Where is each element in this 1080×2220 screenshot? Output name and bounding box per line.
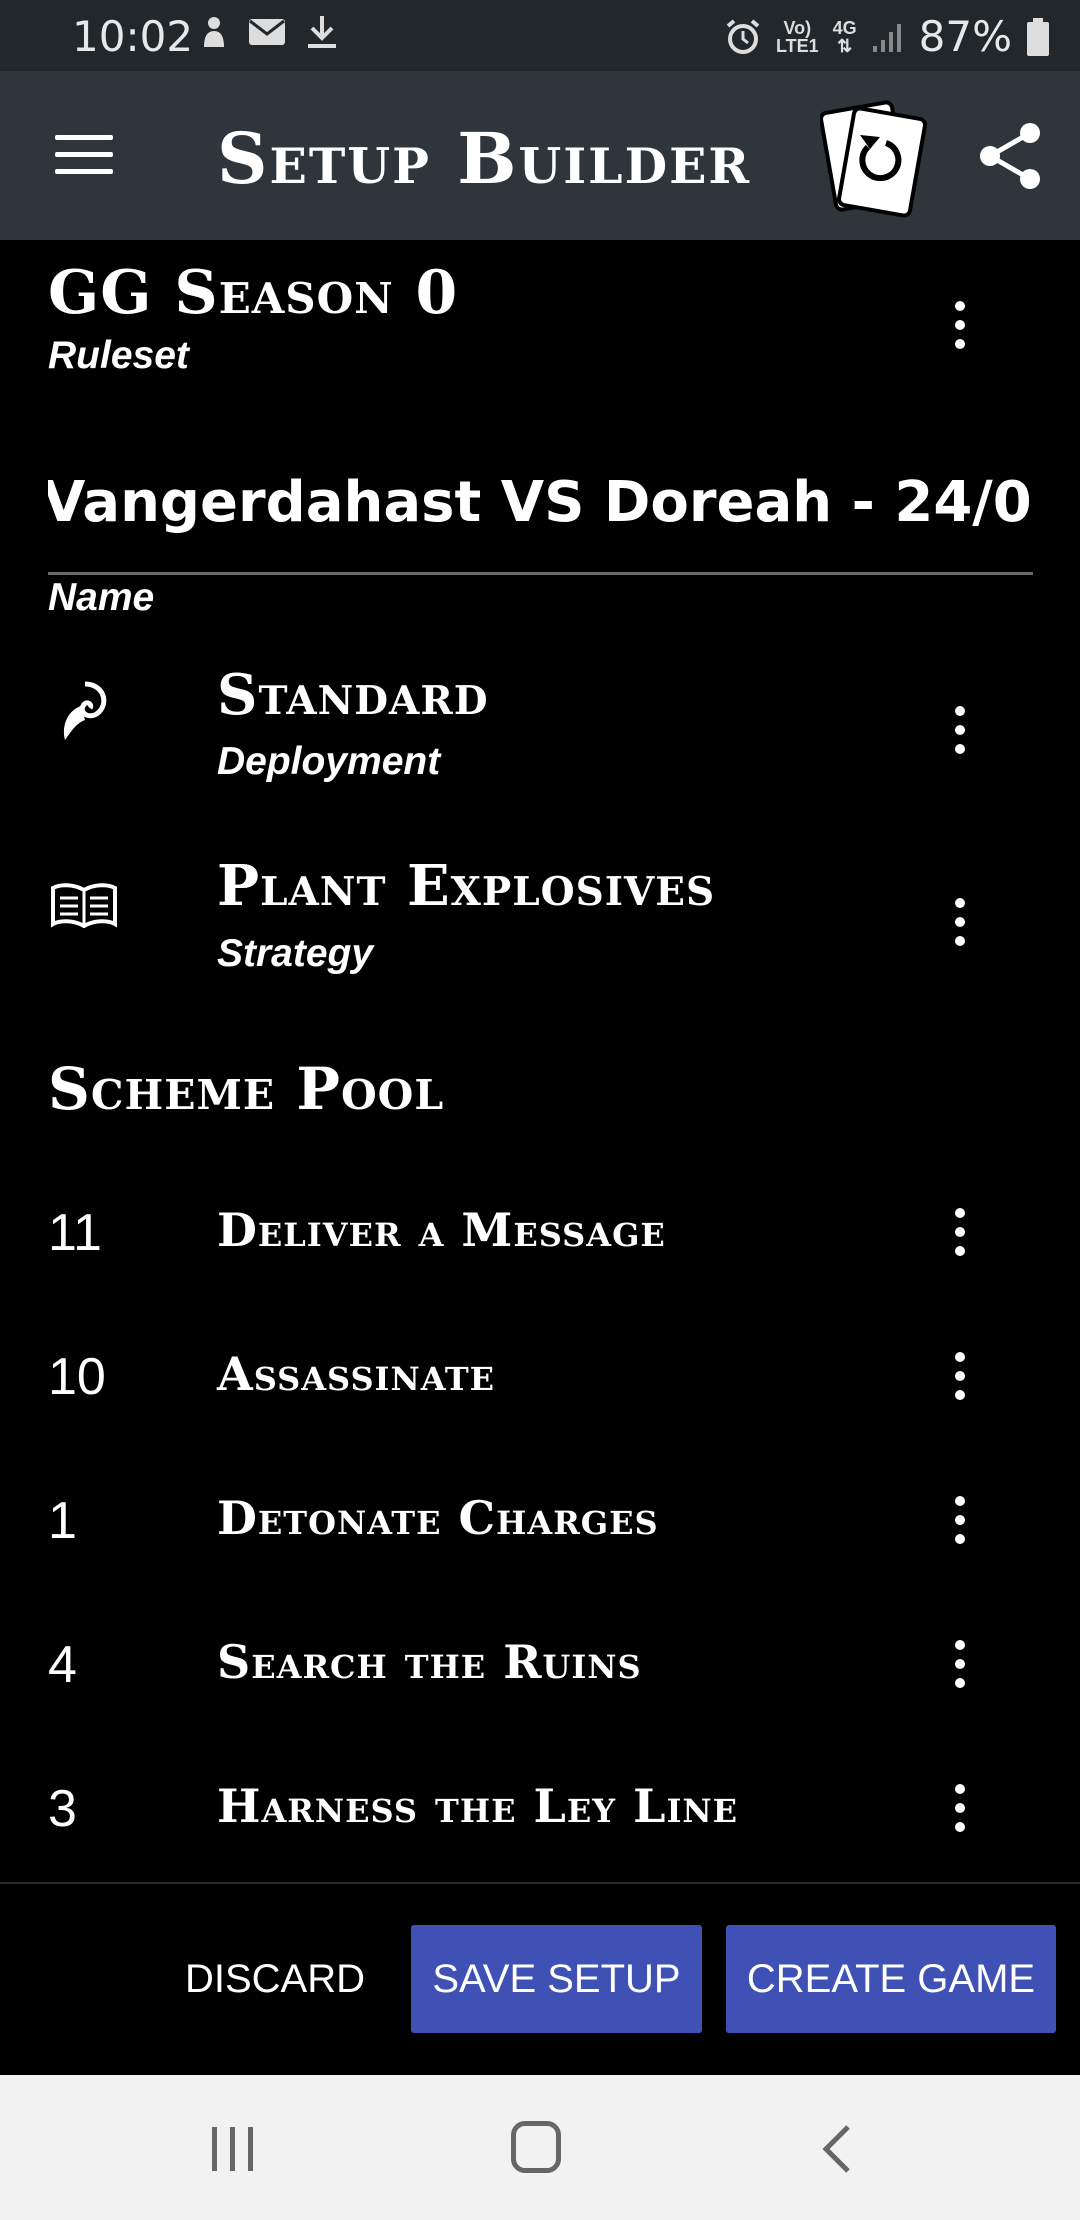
status-system-icons: Vo) LTE1 4G ⇅ 87% [724, 12, 1050, 61]
page-title: Setup Builder [217, 117, 752, 200]
scheme-row[interactable]: 1 Detonate Charges [0, 1451, 1080, 1591]
home-icon[interactable] [511, 2121, 561, 2173]
reset-cards-icon[interactable] [818, 99, 930, 219]
book-icon [50, 882, 118, 933]
menu-icon[interactable] [55, 135, 113, 177]
deployment-caption: Deployment [217, 740, 441, 783]
scheme-row[interactable]: 10 Assassinate [0, 1307, 1080, 1447]
scheme-row[interactable]: 11 Deliver a Message [0, 1163, 1080, 1303]
name-caption: Name [48, 576, 155, 619]
scheme-pool-heading: Scheme Pool [48, 1055, 445, 1123]
scheme-more-icon[interactable] [930, 1341, 990, 1411]
scheme-number: 3 [48, 1780, 77, 1838]
status-time: 10:02 [72, 12, 194, 61]
system-nav-bar [0, 2075, 1080, 2220]
scheme-row[interactable]: 4 Search the Ruins [0, 1595, 1080, 1735]
alarm-icon [726, 18, 760, 54]
download-icon [308, 16, 336, 48]
ruleset-title[interactable]: GG Season 0 [48, 258, 458, 328]
scheme-number: 4 [48, 1636, 77, 1694]
scheme-number: 11 [48, 1204, 102, 1262]
discard-button[interactable]: DISCARD [170, 1925, 380, 2033]
volte-indicator: Vo) LTE1 [775, 17, 819, 56]
deployment-title[interactable]: Standard [217, 662, 489, 728]
recent-apps-icon[interactable] [210, 2125, 258, 2173]
name-field[interactable]: Vangerdahast VS Doreah - 24/01/20 [48, 470, 1033, 575]
scheme-more-icon[interactable] [930, 1773, 990, 1843]
back-icon[interactable] [818, 2123, 858, 2175]
deployment-swirl-icon [55, 680, 111, 749]
scheme-more-icon[interactable] [930, 1197, 990, 1267]
ruleset-caption: Ruleset [48, 334, 189, 377]
strategy-more-icon[interactable] [930, 887, 990, 957]
scheme-name: Search the Ruins [217, 1635, 642, 1689]
notification-app-icon [204, 17, 224, 47]
name-input[interactable]: Vangerdahast VS Doreah - 24/01/20 [48, 470, 1033, 535]
save-setup-button[interactable]: SAVE SETUP [411, 1925, 702, 2033]
deployment-more-icon[interactable] [930, 695, 990, 765]
scheme-row[interactable]: 3 Harness the Ley Line [0, 1739, 1080, 1879]
scheme-name: Deliver a Message [217, 1203, 666, 1257]
scheme-name: Detonate Charges [217, 1491, 659, 1545]
scheme-number: 10 [48, 1348, 106, 1406]
bottom-divider [0, 1882, 1080, 1884]
network-type-indicator: 4G ⇅ [832, 17, 857, 56]
share-icon[interactable] [975, 121, 1045, 191]
scheme-more-icon[interactable] [930, 1629, 990, 1699]
battery-icon [1027, 17, 1049, 56]
app-bar: Setup Builder [0, 71, 1080, 240]
mail-icon [249, 19, 285, 45]
battery-percent: 87% [918, 12, 1012, 61]
scheme-name: Assassinate [217, 1347, 496, 1401]
create-game-button[interactable]: CREATE GAME [726, 1925, 1056, 2033]
status-bar: 10:02 Vo) LTE1 4G ⇅ 87% [0, 0, 1080, 71]
scheme-more-icon[interactable] [930, 1485, 990, 1555]
scheme-name: Harness the Ley Line [217, 1779, 739, 1833]
ruleset-more-icon[interactable] [930, 290, 990, 360]
status-notification-icons [200, 14, 338, 50]
strategy-title[interactable]: Plant Explosives [217, 853, 715, 919]
signal-icon [872, 23, 901, 52]
strategy-caption: Strategy [217, 932, 374, 975]
scheme-number: 1 [48, 1492, 77, 1550]
